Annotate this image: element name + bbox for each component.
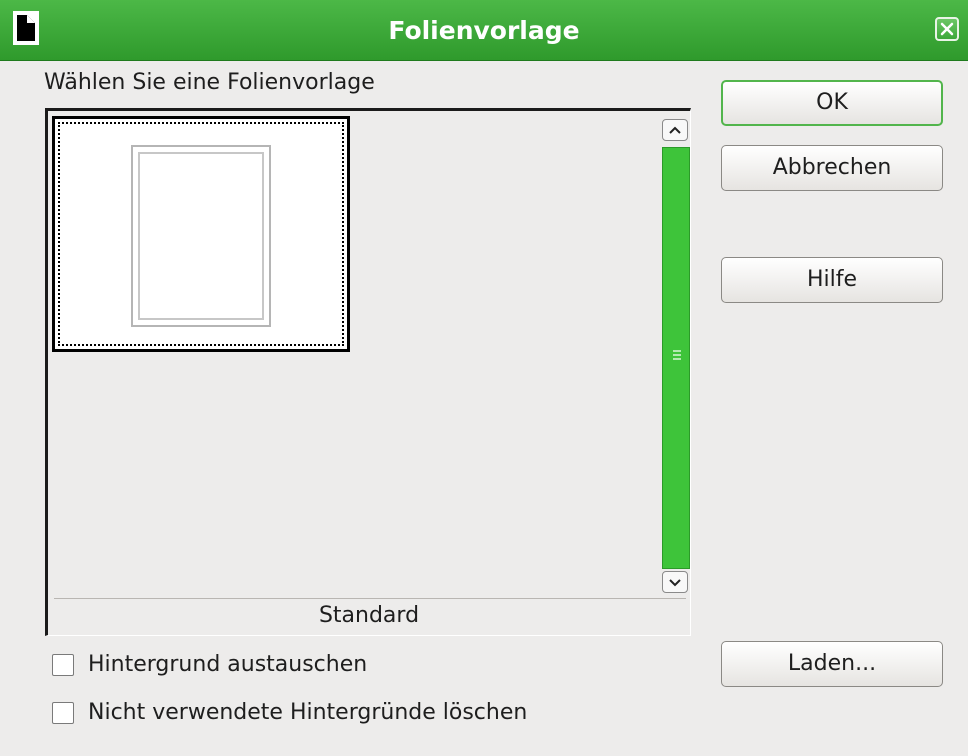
scroll-thumb[interactable] (662, 147, 690, 569)
delete-unused-backgrounds-option[interactable]: Nicht verwendete Hintergründe löschen (52, 700, 527, 725)
scroll-up-button[interactable] (662, 119, 688, 141)
help-button[interactable]: Hilfe (721, 257, 943, 303)
template-thumbnail-standard[interactable] (52, 116, 350, 352)
chevron-down-icon (669, 579, 681, 587)
chevron-up-icon (669, 126, 681, 134)
template-select-label: Wählen Sie eine Folienvorlage (44, 70, 375, 95)
grip-icon (673, 350, 681, 360)
slide-preview-graphic (131, 145, 271, 327)
ok-button[interactable]: OK (721, 80, 943, 126)
vertical-scrollbar[interactable] (660, 119, 692, 599)
scroll-down-button[interactable] (662, 571, 688, 593)
cancel-button[interactable]: Abbrechen (721, 145, 943, 191)
delete-unused-backgrounds-checkbox[interactable] (52, 701, 74, 724)
close-button[interactable] (935, 17, 959, 41)
template-preview-list[interactable]: Standard (45, 108, 691, 636)
close-icon (940, 22, 954, 36)
window-title: Folienvorlage (388, 16, 580, 45)
caption-divider (54, 598, 686, 599)
exchange-background-option[interactable]: Hintergrund austauschen (52, 652, 367, 677)
title-bar[interactable]: Folienvorlage (0, 0, 968, 61)
delete-unused-backgrounds-label: Nicht verwendete Hintergründe löschen (88, 700, 528, 725)
load-button[interactable]: Laden... (721, 641, 943, 687)
selected-template-name: Standard (318, 603, 420, 628)
exchange-background-label: Hintergrund austauschen (88, 652, 368, 677)
exchange-background-checkbox[interactable] (52, 653, 74, 676)
